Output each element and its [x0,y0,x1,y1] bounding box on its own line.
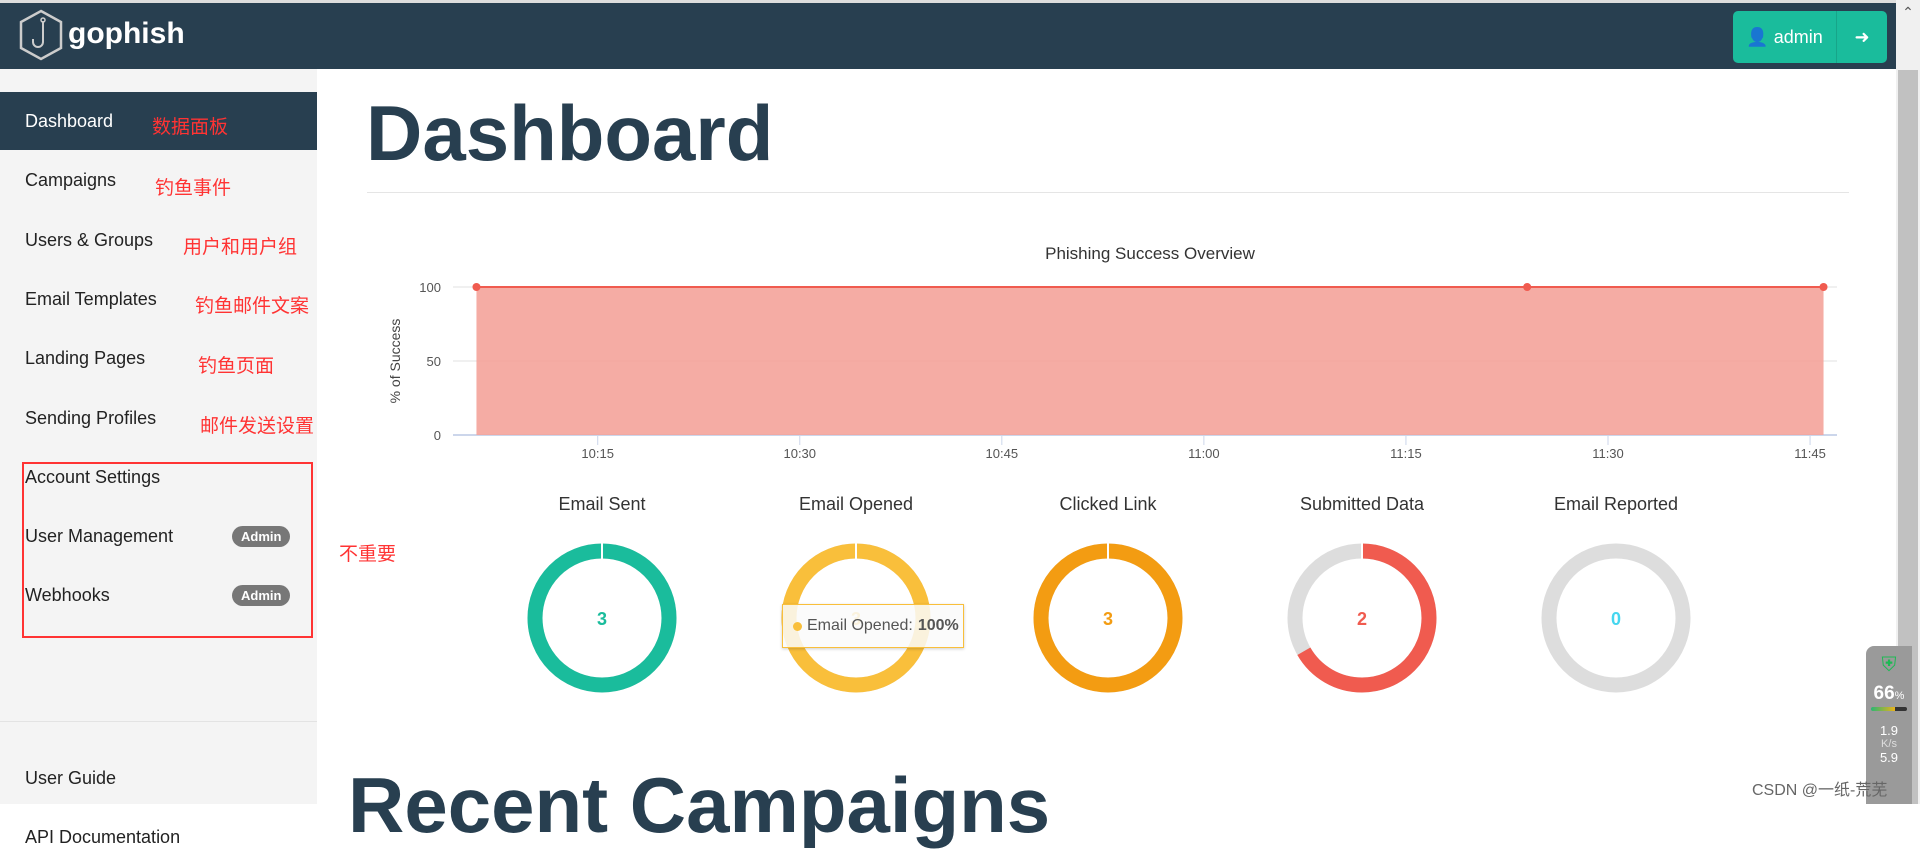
widget-download-speed: 5.9 [1879,750,1899,765]
donut-value: 0 [1611,609,1621,629]
scroll-up-icon[interactable]: ⌃ [1896,0,1920,24]
donut-label: Email Opened [798,494,914,514]
donut-label: Clicked Link [1059,494,1157,514]
donut-value: 3 [1103,609,1113,629]
widget-unit: % [1894,690,1905,702]
tooltip: Email Opened: 100% [782,604,964,648]
sidebar-item-label: API Documentation [25,826,181,847]
sidebar-item-user-guide[interactable]: User Guide [0,749,317,807]
sidebar-divider [0,721,317,722]
tooltip-value: 100% [917,617,959,634]
donut-value: 3 [597,609,607,629]
recent-campaigns-heading: Recent Campaigns [348,761,1051,849]
watermark: CSDN @一纸-荒芜 [1752,782,1888,799]
widget-percent: 66 [1873,683,1895,704]
donut-label: Email Reported [1553,494,1679,514]
widget-upload-speed: 1.9 [1879,723,1899,738]
tooltip-dot-icon [793,621,802,631]
sidebar-item-api-documentation[interactable]: API Documentation [0,808,317,866]
shield-check-icon: ⛨ [1881,654,1897,676]
tooltip-label: Email Opened: [807,617,913,634]
donut-label: Email Sent [558,494,646,514]
widget-bar [1871,707,1907,711]
donut-value: 2 [1357,609,1367,629]
donut-label: Submitted Data [1299,494,1425,514]
widget-speed-unit: K/s [1881,738,1897,750]
sidebar-item-label: User Guide [25,767,117,788]
